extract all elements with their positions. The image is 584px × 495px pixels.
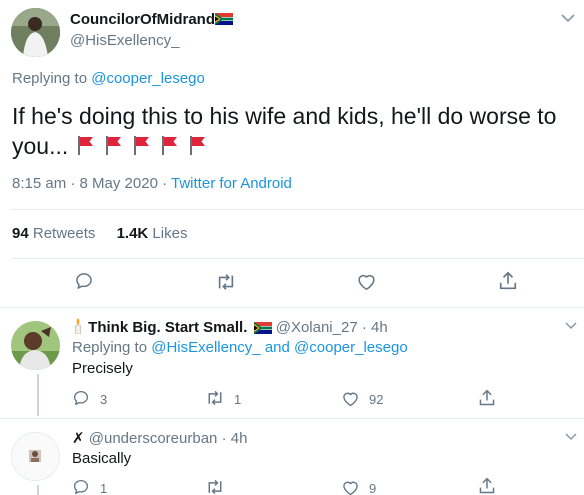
handle[interactable]: @Xolani_27 xyxy=(276,319,358,336)
red-flag-icon xyxy=(130,133,152,163)
tweet-text: Basically xyxy=(72,450,132,467)
mention-link[interactable]: @HisExellency_ xyxy=(151,339,260,356)
display-name[interactable]: ✗ xyxy=(72,430,85,447)
red-flag-icon xyxy=(102,133,124,163)
share-icon[interactable] xyxy=(498,270,518,292)
south-africa-flag-icon xyxy=(253,321,272,338)
candle-icon xyxy=(72,318,84,334)
avatar[interactable] xyxy=(11,321,60,370)
tweet-source[interactable]: Twitter for Android xyxy=(171,175,292,192)
display-name[interactable]: CouncilorOfMidrand xyxy=(70,11,215,28)
tweet-time[interactable]: 8:15 am xyxy=(12,175,66,192)
chevron-down-icon[interactable] xyxy=(561,13,575,23)
retweets-stat[interactable]: 94 Retweets xyxy=(12,225,95,242)
tweet-time[interactable]: 4h xyxy=(371,319,388,336)
replying-to: Replying to @cooper_lesego xyxy=(12,70,205,87)
tweet-time[interactable]: 4h xyxy=(231,430,248,447)
handle[interactable]: @underscoreurban xyxy=(89,430,218,447)
avatar[interactable] xyxy=(11,432,60,481)
chevron-down-icon[interactable] xyxy=(565,433,577,441)
reply-count: 3 xyxy=(100,392,108,407)
reply-icon[interactable] xyxy=(72,389,90,407)
reply-icon[interactable] xyxy=(72,478,90,495)
south-africa-flag-icon xyxy=(215,12,233,29)
like-count: 9 xyxy=(369,481,377,495)
reply-count: 1 xyxy=(100,481,108,495)
share-icon[interactable] xyxy=(478,388,496,408)
replying-to: Replying to @HisExellency_ and @cooper_l… xyxy=(72,339,408,356)
like-count: 92 xyxy=(369,392,384,407)
retweet-icon[interactable] xyxy=(205,389,225,407)
like-icon[interactable] xyxy=(341,390,360,407)
share-icon[interactable] xyxy=(478,476,496,495)
display-name[interactable]: Think Big. Start Small. xyxy=(88,319,247,336)
likes-stat[interactable]: 1.4K Likes xyxy=(117,225,188,242)
retweet-icon[interactable] xyxy=(205,478,225,495)
chevron-down-icon[interactable] xyxy=(565,322,577,330)
like-icon[interactable] xyxy=(356,272,377,291)
red-flag-icon xyxy=(186,133,208,163)
mention-link[interactable]: @cooper_lesego xyxy=(294,339,408,356)
tweet-text: If he's doing this to his wife and kids,… xyxy=(12,101,582,163)
red-flag-icon xyxy=(74,133,96,163)
red-flag-icon xyxy=(158,133,180,163)
tweet-date[interactable]: 8 May 2020 xyxy=(80,175,158,192)
avatar[interactable] xyxy=(11,8,60,57)
retweet-count: 1 xyxy=(234,392,242,407)
tweet-text: Precisely xyxy=(72,360,133,377)
like-icon[interactable] xyxy=(341,479,360,495)
reply-icon[interactable] xyxy=(74,271,94,291)
handle[interactable]: @HisExellency_ xyxy=(70,32,179,49)
retweet-icon[interactable] xyxy=(215,272,237,292)
mention-link[interactable]: @cooper_lesego xyxy=(91,70,205,87)
tweet-meta: 8:15 am · 8 May 2020 · Twitter for Andro… xyxy=(12,175,292,192)
tweet-stats: 94 Retweets 1.4K Likes xyxy=(12,225,187,242)
